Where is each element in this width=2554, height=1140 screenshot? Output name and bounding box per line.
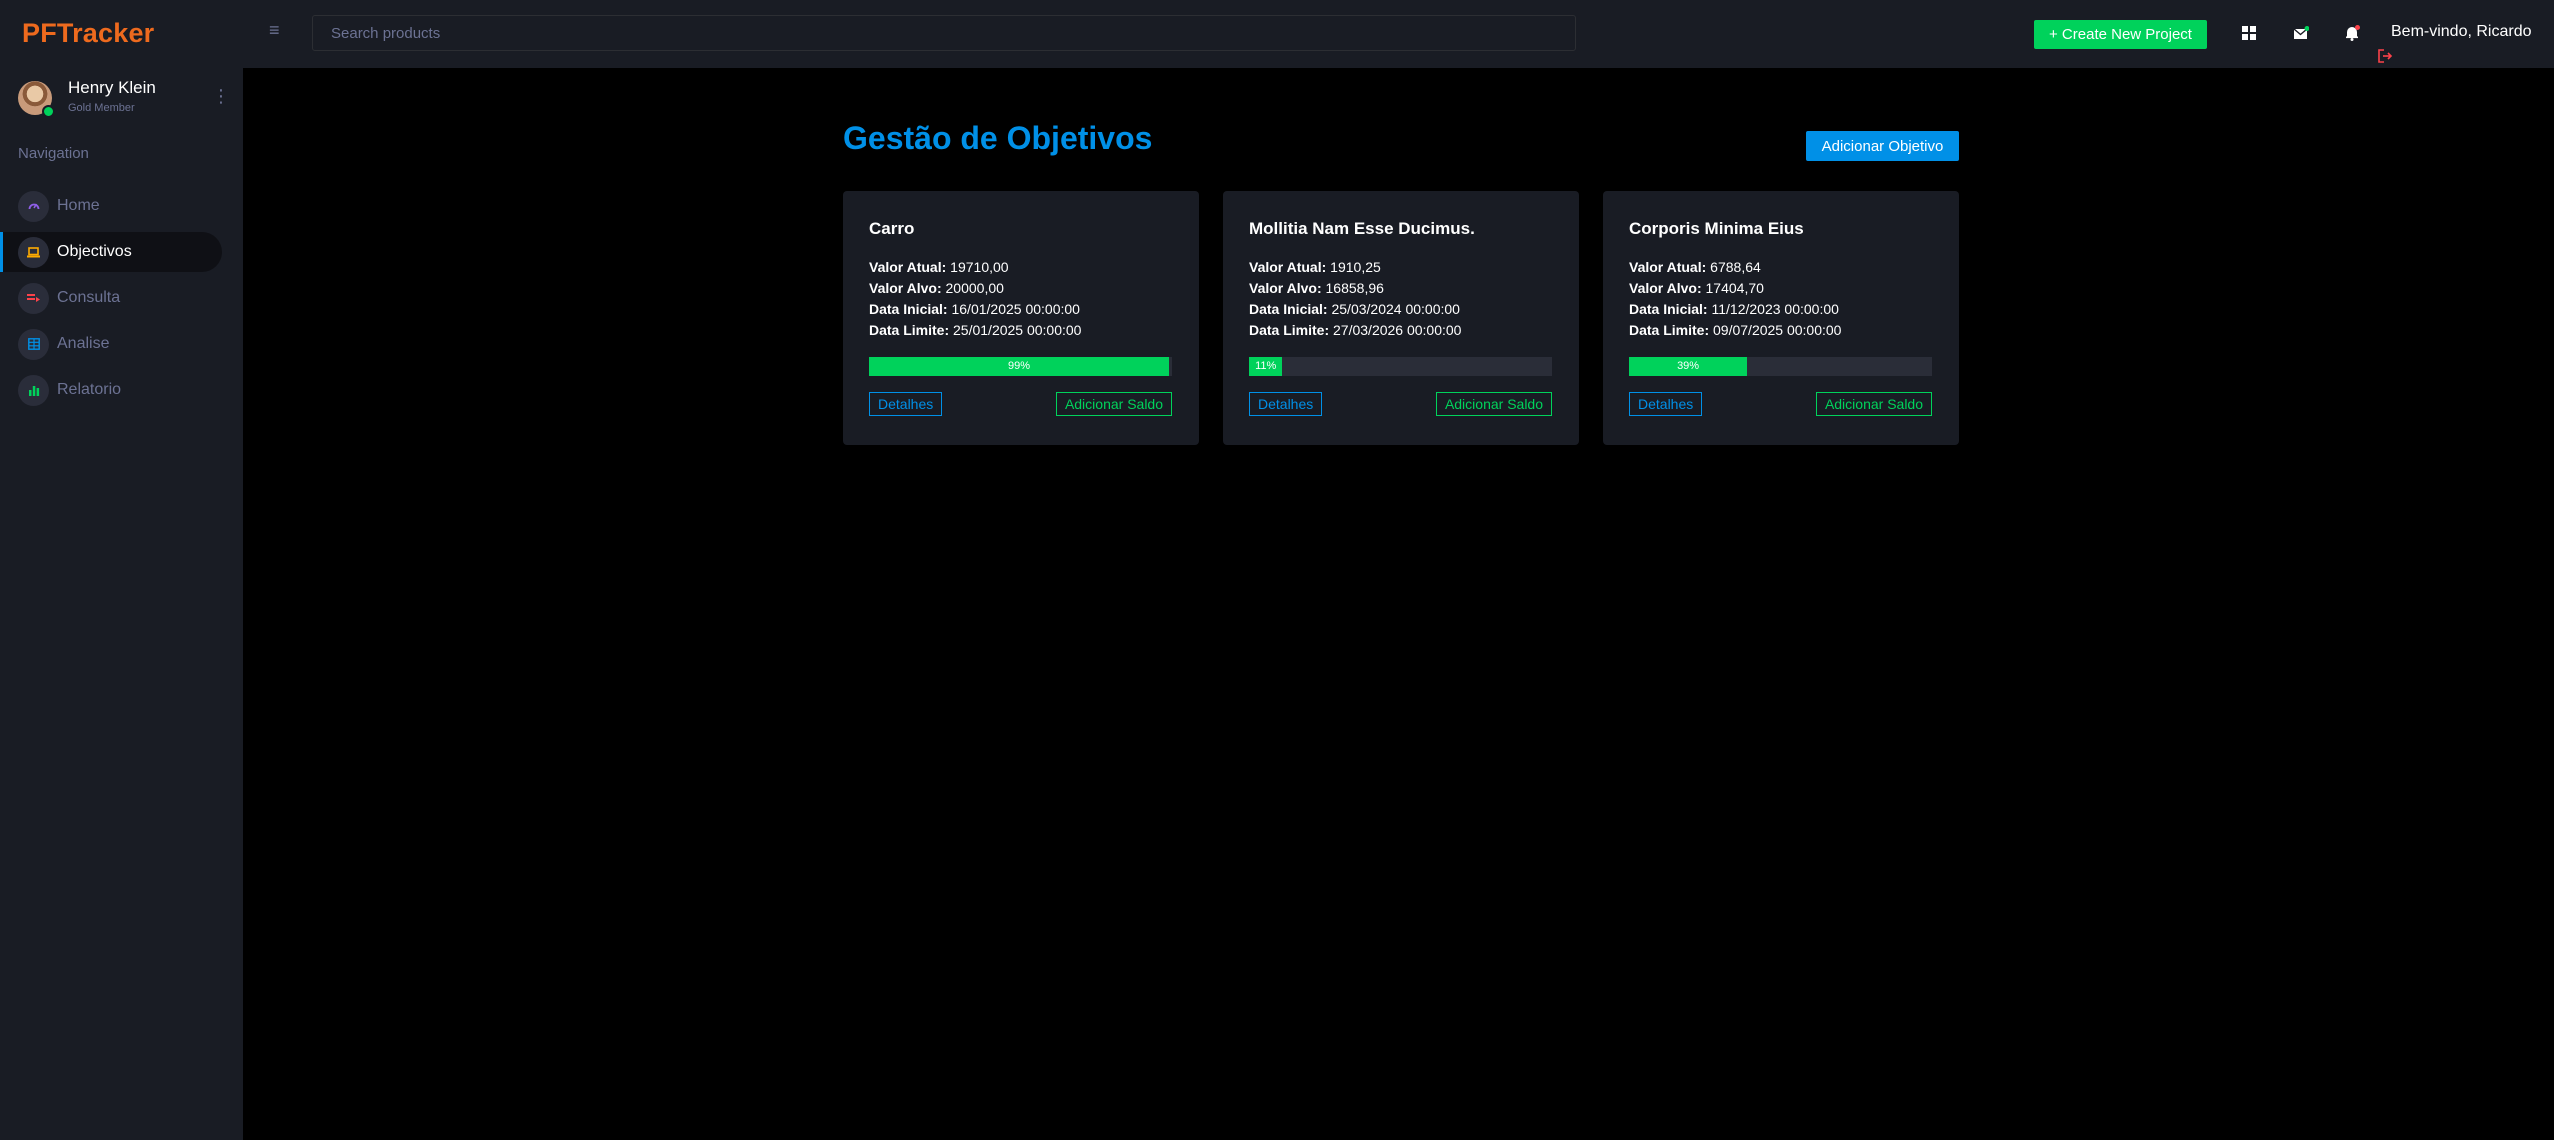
sidebar-item-home[interactable]: Home	[0, 186, 222, 226]
start-date-row: Data Inicial: 11/12/2023 00:00:00	[1629, 301, 1839, 317]
brand-logo[interactable]: PFTracker	[22, 18, 154, 49]
goal-title: Corporis Minima Eius	[1629, 219, 1804, 238]
start-date-row: Data Inicial: 25/03/2024 00:00:00	[1249, 301, 1460, 317]
target-value-row: Valor Alvo: 16858,96	[1249, 280, 1384, 296]
sidebar-item-consulta[interactable]: Consulta	[0, 278, 222, 318]
details-button[interactable]: Detalhes	[1249, 392, 1323, 416]
sidebar-item-objectivos[interactable]: Objectivos	[0, 232, 222, 272]
grid-icon[interactable]	[2238, 22, 2260, 44]
sidebar-item-label: Home	[57, 197, 100, 214]
topbar: ≡ + Create New Project Bem-vindo, Ricard…	[243, 0, 2554, 68]
page-title: Gestão de Objetivos	[843, 120, 1153, 156]
current-value-row: Valor Atual: 19710,00	[869, 259, 1009, 275]
add-balance-button[interactable]: Adicionar Saldo	[1055, 392, 1172, 416]
laptop-icon	[18, 236, 49, 268]
current-value-row: Valor Atual: 6788,64	[1629, 259, 1761, 275]
sidebar-item-label: Consulta	[57, 289, 121, 306]
goal-title: Carro	[869, 219, 915, 238]
search-input[interactable]	[312, 15, 1576, 51]
add-goal-button[interactable]: Adicionar Objetivo	[1806, 131, 1959, 161]
goal-card: Corporis Minima Eius Valor Atual: 6788,6…	[1603, 191, 1959, 445]
sidebar-item-relatorio[interactable]: Relatorio	[0, 370, 222, 410]
deadline-row: Data Limite: 27/03/2026 00:00:00	[1249, 322, 1462, 338]
goal-fields: Valor Atual: 6788,64 Valor Alvo: 17404,7…	[1629, 257, 1841, 341]
table-icon	[18, 328, 49, 360]
deadline-row: Data Limite: 09/07/2025 00:00:00	[1629, 322, 1842, 338]
current-value-row: Valor Atual: 1910,25	[1249, 259, 1381, 275]
goal-title: Mollitia Nam Esse Ducimus.	[1249, 219, 1475, 238]
progress-fill: 99%	[869, 357, 1169, 376]
profile-tier: Gold Member	[68, 102, 135, 114]
nav-heading: Navigation	[18, 145, 89, 162]
sidebar-item-analise[interactable]: Analise	[0, 324, 222, 364]
sidebar-nav: Home Objectivos Consulta Analise Relator…	[0, 186, 243, 416]
progress-fill: 39%	[1629, 357, 1748, 376]
sidebar: PFTracker Henry Klein Gold Member ⋮ Navi…	[0, 0, 243, 1140]
create-project-button[interactable]: + Create New Project	[2034, 20, 2207, 49]
add-balance-button[interactable]: Adicionar Saldo	[1815, 392, 1932, 416]
profile-name: Henry Klein	[68, 78, 156, 97]
goal-fields: Valor Atual: 1910,25 Valor Alvo: 16858,9…	[1249, 257, 1461, 341]
target-value-row: Valor Alvo: 20000,00	[869, 280, 1004, 296]
playlist-icon	[18, 282, 49, 314]
sidebar-item-label: Objectivos	[57, 243, 132, 260]
sidebar-item-label: Analise	[57, 335, 110, 352]
progress-fill: 11%	[1249, 357, 1283, 376]
details-button[interactable]: Detalhes	[869, 392, 943, 416]
deadline-row: Data Limite: 25/01/2025 00:00:00	[869, 322, 1082, 338]
goal-card: Mollitia Nam Esse Ducimus. Valor Atual: …	[1223, 191, 1579, 445]
start-date-row: Data Inicial: 16/01/2025 00:00:00	[869, 301, 1080, 317]
logout-icon[interactable]	[2377, 48, 2393, 64]
details-button[interactable]: Detalhes	[1629, 392, 1703, 416]
email-icon[interactable]	[2290, 22, 2312, 44]
more-options-icon[interactable]: ⋮	[212, 86, 230, 106]
menu-toggle-icon[interactable]: ≡	[269, 20, 280, 41]
profile: Henry Klein Gold Member ⋮	[18, 78, 230, 118]
goal-fields: Valor Atual: 19710,00 Valor Alvo: 20000,…	[869, 257, 1081, 341]
sidebar-item-label: Relatorio	[57, 381, 122, 398]
speedometer-icon	[18, 190, 49, 222]
chart-bar-icon	[18, 374, 49, 406]
progress-bar: 39%	[1629, 357, 1932, 376]
goal-card: Carro Valor Atual: 19710,00 Valor Alvo: …	[843, 191, 1199, 445]
add-balance-button[interactable]: Adicionar Saldo	[1435, 392, 1552, 416]
welcome-text: Bem-vindo, Ricardo	[2391, 23, 2532, 40]
progress-bar: 99%	[869, 357, 1172, 376]
progress-bar: 11%	[1249, 357, 1552, 376]
online-status-dot	[42, 105, 55, 118]
target-value-row: Valor Alvo: 17404,70	[1629, 280, 1764, 296]
bell-icon[interactable]	[2341, 22, 2363, 44]
